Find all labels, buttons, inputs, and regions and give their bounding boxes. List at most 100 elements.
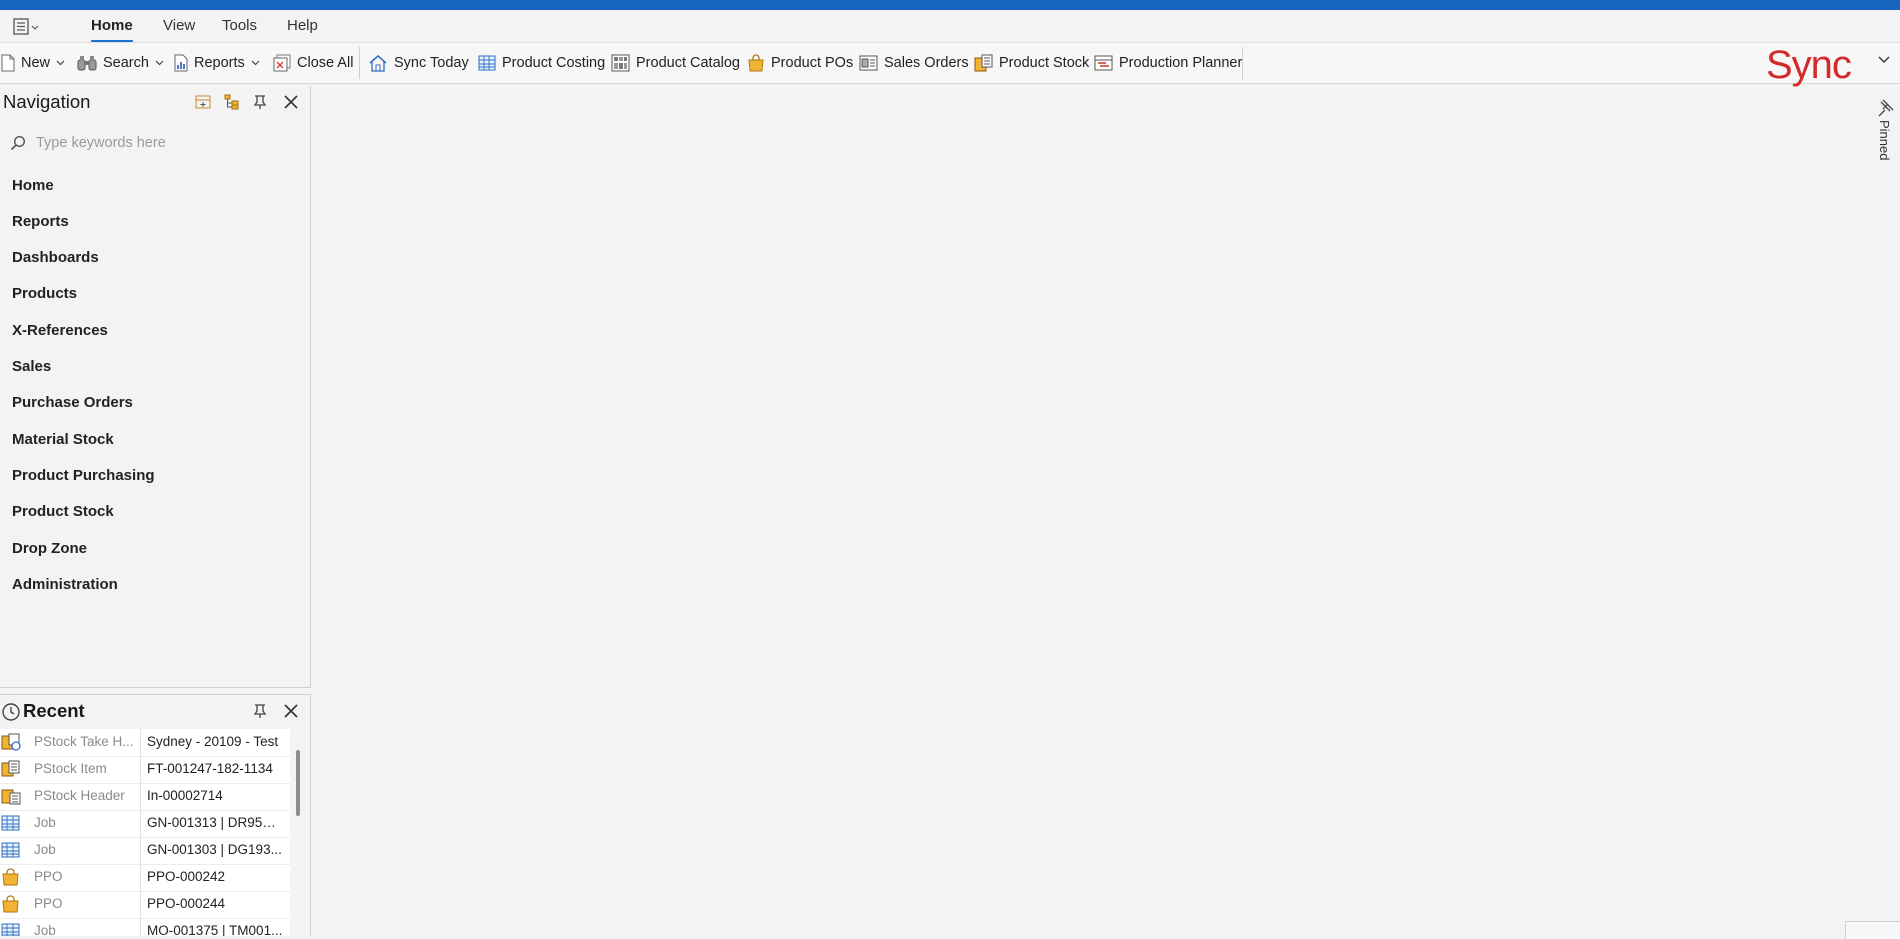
- tab-tools[interactable]: Tools: [222, 17, 257, 34]
- job-icon: [1, 815, 20, 831]
- nav-item-x-references[interactable]: X-References: [12, 322, 108, 339]
- recent-item-type: PStock Item: [34, 761, 107, 776]
- catalog-icon: [611, 54, 630, 72]
- search-button[interactable]: Search: [77, 52, 170, 74]
- recent-item-type: PPO: [34, 896, 63, 911]
- navigation-panel: Navigation Home Reports Dashboards Produ…: [0, 86, 311, 688]
- recent-item-type: Job: [34, 923, 56, 936]
- corner-tab[interactable]: [1845, 921, 1900, 939]
- search-label: Search: [103, 55, 149, 71]
- close-icon[interactable]: [283, 703, 299, 719]
- app-menu-icon[interactable]: [13, 18, 43, 36]
- recent-item-value: Sydney - 20109 - Test: [147, 734, 279, 749]
- nav-item-administration[interactable]: Administration: [12, 576, 118, 593]
- recent-item-value: GN-001313 | DR95D ...: [147, 815, 285, 830]
- close-all-label: Close All: [297, 55, 354, 71]
- navigation-search-input[interactable]: [34, 134, 288, 152]
- product-stock-icon: [974, 54, 993, 72]
- nav-item-product-stock[interactable]: Product Stock: [12, 503, 114, 520]
- column-divider: [140, 837, 141, 864]
- list-item[interactable]: PStock Item FT-001247-182-1134: [0, 756, 290, 784]
- sync-today-label: Sync Today: [394, 55, 469, 71]
- house-icon: [369, 55, 387, 72]
- chevron-down-icon: [56, 60, 65, 66]
- bag-icon: [748, 54, 764, 72]
- recent-item-type: PPO: [34, 869, 63, 884]
- recent-item-type: PStock Take H...: [34, 734, 134, 749]
- list-item[interactable]: PPO PPO-000242: [0, 864, 290, 892]
- nav-item-material-stock[interactable]: Material Stock: [12, 431, 114, 448]
- recent-title: Recent: [23, 700, 85, 721]
- pinned-label: Pinned: [1877, 120, 1892, 161]
- product-costing-button[interactable]: Product Costing: [478, 52, 605, 74]
- list-item[interactable]: PStock Take H... Sydney - 20109 - Test: [0, 729, 290, 757]
- list-item[interactable]: PStock Header In-00002714: [0, 783, 290, 811]
- new-label: New: [21, 55, 51, 71]
- production-planner-button[interactable]: Production Planner: [1094, 52, 1242, 74]
- recent-scrollbar[interactable]: [296, 750, 300, 816]
- nav-item-home[interactable]: Home: [12, 177, 54, 194]
- recent-list: PStock Take H... Sydney - 20109 - Test P…: [0, 729, 290, 936]
- nav-item-products[interactable]: Products: [12, 285, 77, 302]
- nav-item-product-purchasing[interactable]: Product Purchasing: [12, 467, 155, 484]
- toolbar: New Search Reports Close All Sync Today …: [0, 42, 1900, 87]
- grid-icon: [478, 55, 496, 71]
- product-catalog-button[interactable]: Product Catalog: [611, 52, 740, 74]
- column-divider: [140, 729, 141, 756]
- recent-item-type: Job: [34, 815, 56, 830]
- tab-help[interactable]: Help: [287, 17, 318, 34]
- close-all-button[interactable]: Close All: [273, 52, 353, 74]
- pin-icon[interactable]: [252, 94, 268, 110]
- list-item[interactable]: Job MO-001375 | TM001...: [0, 918, 290, 936]
- reports-button[interactable]: Reports: [174, 52, 266, 74]
- navigation-title: Navigation: [3, 91, 91, 112]
- brand-menu-chevron-icon[interactable]: [1878, 56, 1890, 64]
- planner-icon: [1094, 55, 1113, 71]
- toolbar-separator: [1242, 47, 1243, 79]
- product-stock-button[interactable]: Product Stock: [974, 52, 1089, 74]
- history-clock-icon: [2, 703, 20, 721]
- recent-item-type: PStock Header: [34, 788, 125, 803]
- sync-today-button[interactable]: Sync Today: [368, 52, 469, 74]
- close-all-icon: [273, 54, 291, 72]
- search-icon: [10, 135, 26, 151]
- product-pos-label: Product POs: [771, 55, 854, 71]
- column-divider: [140, 756, 141, 783]
- job-icon: [1, 923, 20, 936]
- title-bar-accent: [0, 0, 1900, 10]
- list-item[interactable]: PPO PPO-000244: [0, 891, 290, 919]
- list-item[interactable]: Job GN-001303 | DG193...: [0, 837, 290, 865]
- tab-view[interactable]: View: [163, 17, 195, 34]
- chevron-down-icon: [251, 60, 260, 66]
- bag-icon: [2, 868, 19, 886]
- nav-item-reports[interactable]: Reports: [12, 213, 69, 230]
- navigation-search: [10, 132, 300, 154]
- tree-icon[interactable]: [224, 94, 240, 110]
- expand-all-icon[interactable]: [195, 94, 211, 110]
- column-divider: [140, 783, 141, 810]
- new-button[interactable]: New: [1, 52, 71, 74]
- nav-item-drop-zone[interactable]: Drop Zone: [12, 540, 87, 557]
- sales-orders-icon: [859, 55, 878, 71]
- tab-home[interactable]: Home: [91, 17, 133, 34]
- product-catalog-label: Product Catalog: [636, 55, 740, 71]
- pin-icon[interactable]: [252, 703, 268, 719]
- stock-header-icon: [1, 789, 21, 805]
- nav-item-purchase-orders[interactable]: Purchase Orders: [12, 394, 133, 411]
- product-stock-label: Product Stock: [999, 55, 1090, 71]
- column-divider: [140, 918, 141, 936]
- pin-icon: [1878, 99, 1894, 117]
- close-icon[interactable]: [283, 94, 299, 110]
- reports-label: Reports: [194, 55, 245, 71]
- sales-orders-button[interactable]: Sales Orders: [859, 52, 969, 74]
- nav-item-sales[interactable]: Sales: [12, 358, 51, 375]
- stock-item-icon: [1, 760, 20, 777]
- product-pos-button[interactable]: Product POs: [747, 52, 853, 74]
- stock-take-icon: [1, 733, 21, 751]
- nav-item-dashboards[interactable]: Dashboards: [12, 249, 99, 266]
- column-divider: [140, 810, 141, 837]
- binoculars-icon: [77, 56, 97, 71]
- bag-icon: [2, 895, 19, 913]
- recent-item-type: Job: [34, 842, 56, 857]
- list-item[interactable]: Job GN-001313 | DR95D ...: [0, 810, 290, 838]
